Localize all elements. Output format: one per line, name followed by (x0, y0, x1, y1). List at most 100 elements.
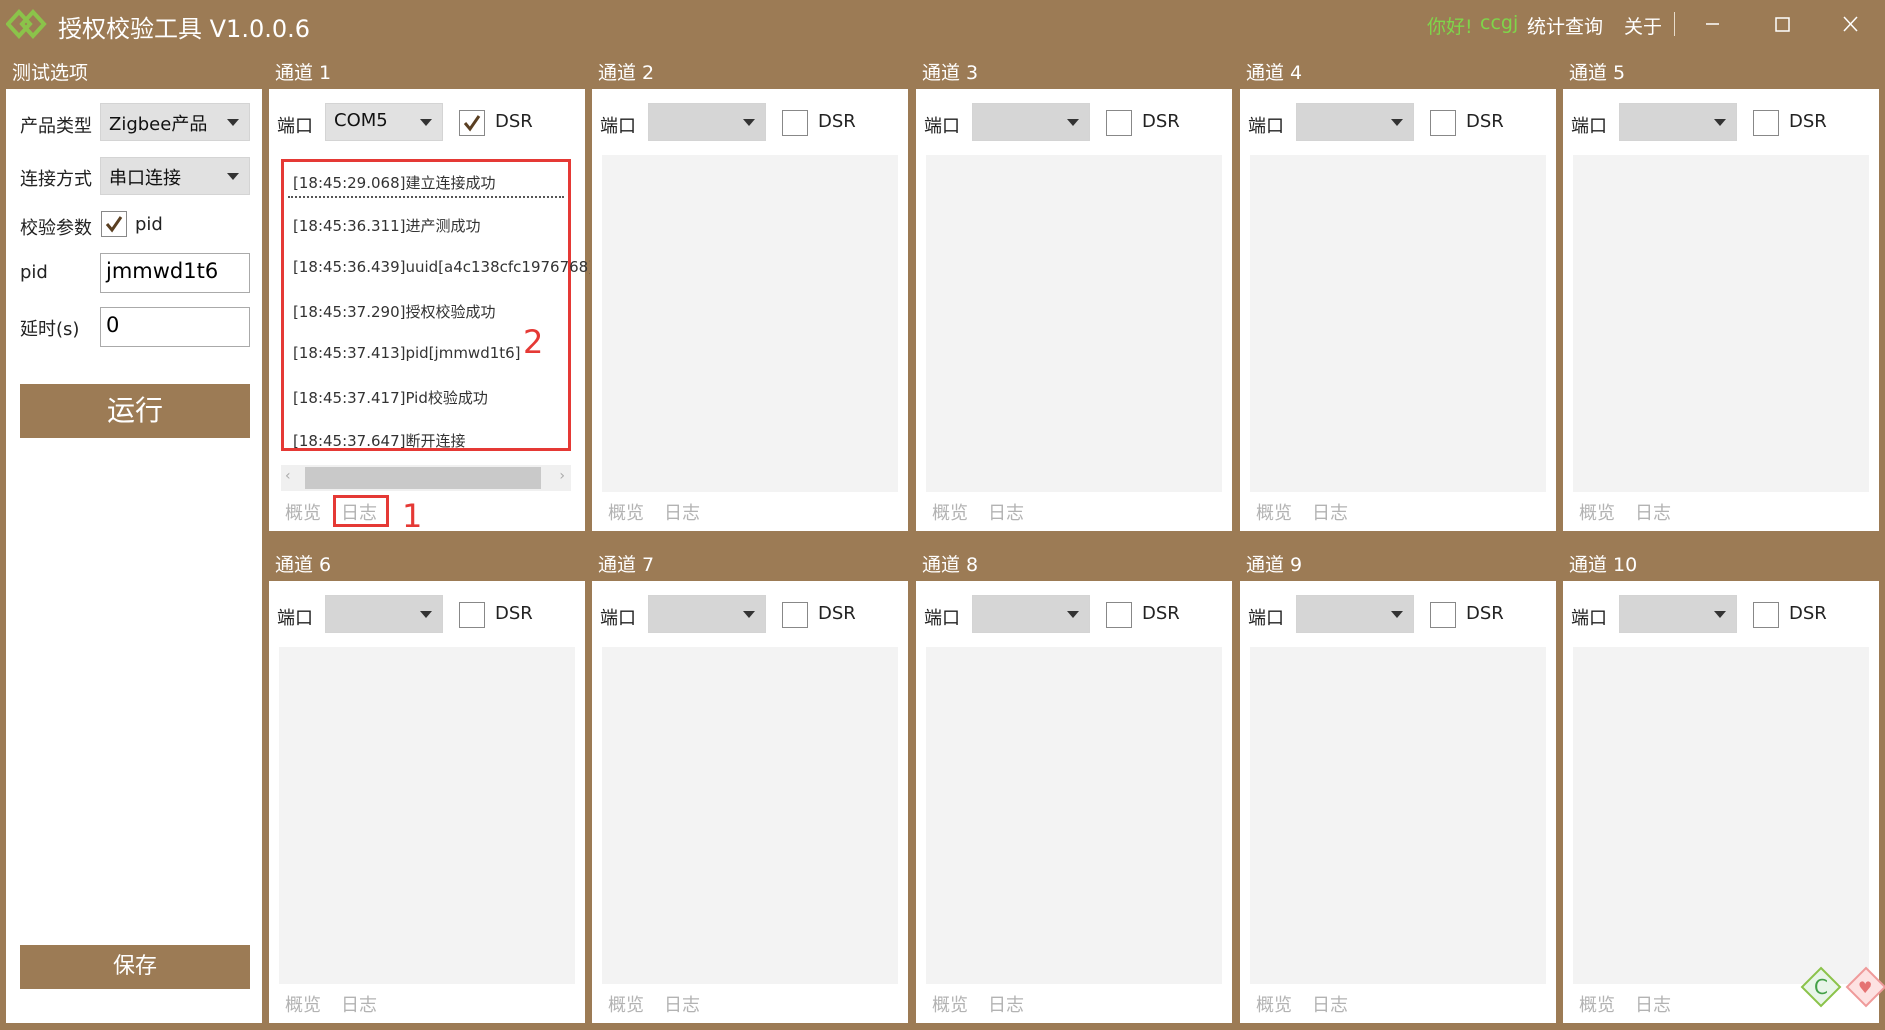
annotation-label-2: 2 (523, 323, 544, 361)
tab-overview[interactable]: 概览 (1256, 991, 1292, 1017)
tab-log[interactable]: 日志 (341, 499, 377, 525)
log-line: [18:45:37.647]断开连接 (293, 432, 466, 450)
tab-log[interactable]: 日志 (341, 991, 377, 1017)
tab-log[interactable]: 日志 (664, 499, 700, 525)
pid-checkbox-label: pid (135, 214, 163, 235)
stats-query-link[interactable]: 统计查询 (1527, 12, 1603, 39)
minimize-button[interactable] (1692, 6, 1732, 42)
channel-header: 通道 5 (1563, 51, 1879, 89)
pid-input[interactable]: jmmwd1t6 (100, 253, 250, 293)
tab-overview[interactable]: 概览 (1579, 499, 1615, 525)
port-select[interactable] (972, 595, 1090, 633)
dsr-checkbox[interactable] (1106, 110, 1132, 136)
chevron-down-icon (743, 119, 755, 126)
scrollbar-thumb[interactable] (305, 467, 541, 489)
delay-label: 延时(s) (20, 319, 80, 340)
tab-overview[interactable]: 概览 (932, 991, 968, 1017)
title-bar: 授权校验工具 V1.0.0.6 你好! ccgj 统计查询 关于 (0, 0, 1885, 48)
channel-log-area (1573, 155, 1869, 492)
connection-select[interactable]: 串口连接 (100, 157, 250, 195)
port-select[interactable] (1296, 103, 1414, 141)
port-select[interactable] (1619, 595, 1737, 633)
tab-overview[interactable]: 概览 (608, 499, 644, 525)
dsr-checkbox[interactable] (459, 602, 485, 628)
channel-log-list[interactable]: [18:45:29.068]建立连接成功 [18:45:36.311]进产测成功 [… (281, 159, 594, 451)
tab-log[interactable]: 日志 (1635, 991, 1671, 1017)
port-select[interactable] (325, 595, 443, 633)
port-label: 端口 (924, 608, 960, 629)
tab-log[interactable]: 日志 (1312, 499, 1348, 525)
checkmark-icon (463, 115, 481, 132)
product-type-value: Zigbee产品 (109, 114, 208, 135)
tab-overview[interactable]: 概览 (285, 499, 321, 525)
dsr-checkbox[interactable] (459, 110, 485, 136)
dsr-checkbox[interactable] (1106, 602, 1132, 628)
delay-input-value: 0 (106, 313, 120, 337)
channel-header: 通道 10 (1563, 543, 1879, 581)
port-select[interactable] (648, 595, 766, 633)
dsr-label: DSR (1789, 603, 1827, 624)
log-line: [18:45:37.290]授权校验成功 (293, 303, 496, 321)
port-select[interactable] (972, 103, 1090, 141)
tab-log[interactable]: 日志 (988, 991, 1024, 1017)
port-label: 端口 (600, 608, 636, 629)
chevron-down-icon (420, 611, 432, 618)
chevron-down-icon (420, 119, 432, 126)
dsr-checkbox[interactable] (782, 602, 808, 628)
tab-overview[interactable]: 概览 (285, 991, 321, 1017)
run-button[interactable]: 运行 (20, 384, 250, 438)
check-params-label: 校验参数 (20, 218, 92, 239)
channel-log-area (1250, 155, 1546, 492)
save-button[interactable]: 保存 (20, 945, 250, 989)
channel-panel: 通道 4 端口 DSR 概览 日志 (1238, 49, 1558, 533)
channel-header: 通道 4 (1240, 51, 1556, 89)
dsr-checkbox[interactable] (1753, 110, 1779, 136)
channel-title: 通道 9 (1246, 554, 1303, 576)
horizontal-scrollbar[interactable]: ‹ › (281, 465, 571, 491)
tab-log[interactable]: 日志 (988, 499, 1024, 525)
log-line: [18:45:36.439]uuid[a4c138cfc1976768] (293, 258, 595, 276)
maximize-icon (1775, 17, 1790, 32)
channel-title: 通道 6 (275, 554, 332, 576)
channel-log-area (1573, 647, 1869, 984)
tab-overview[interactable]: 概览 (608, 991, 644, 1017)
port-select[interactable] (648, 103, 766, 141)
pid-checkbox[interactable] (101, 211, 127, 237)
tab-log[interactable]: 日志 (1312, 991, 1348, 1017)
chevron-down-icon (1714, 611, 1726, 618)
dsr-checkbox[interactable] (1753, 602, 1779, 628)
options-title: 测试选项 (12, 62, 89, 84)
channel-header: 通道 8 (916, 543, 1232, 581)
selection-divider (288, 196, 564, 198)
port-label: 端口 (1248, 116, 1284, 137)
channel-panel: 通道 2 端口 DSR 概览 日志 (590, 49, 910, 533)
channel-panel: 通道 10 端口 DSR 概览 日志 (1561, 541, 1881, 1025)
maximize-button[interactable] (1762, 6, 1802, 42)
dsr-checkbox[interactable] (1430, 602, 1456, 628)
title-divider (1674, 12, 1675, 36)
port-select[interactable]: COM5 (325, 103, 443, 141)
port-select[interactable] (1619, 103, 1737, 141)
dsr-label: DSR (818, 111, 856, 132)
minimize-icon (1706, 23, 1719, 25)
tab-overview[interactable]: 概览 (932, 499, 968, 525)
about-link[interactable]: 关于 (1624, 12, 1662, 39)
port-select[interactable] (1296, 595, 1414, 633)
close-button[interactable] (1830, 6, 1870, 42)
tab-overview[interactable]: 概览 (1579, 991, 1615, 1017)
port-label: 端口 (1248, 608, 1284, 629)
channel-log-area (279, 647, 575, 984)
channel-title: 通道 4 (1246, 62, 1303, 84)
dsr-checkbox[interactable] (782, 110, 808, 136)
svg-text:C: C (1814, 975, 1828, 999)
channel-title: 通道 3 (922, 62, 979, 84)
tab-log[interactable]: 日志 (664, 991, 700, 1017)
dsr-label: DSR (1142, 603, 1180, 624)
tab-overview[interactable]: 概览 (1256, 499, 1292, 525)
tab-log[interactable]: 日志 (1635, 499, 1671, 525)
dsr-checkbox[interactable] (1430, 110, 1456, 136)
product-type-select[interactable]: Zigbee产品 (100, 103, 250, 141)
delay-input[interactable]: 0 (100, 307, 250, 347)
scroll-left-icon[interactable]: ‹ (285, 468, 291, 484)
scroll-right-icon[interactable]: › (559, 468, 565, 484)
